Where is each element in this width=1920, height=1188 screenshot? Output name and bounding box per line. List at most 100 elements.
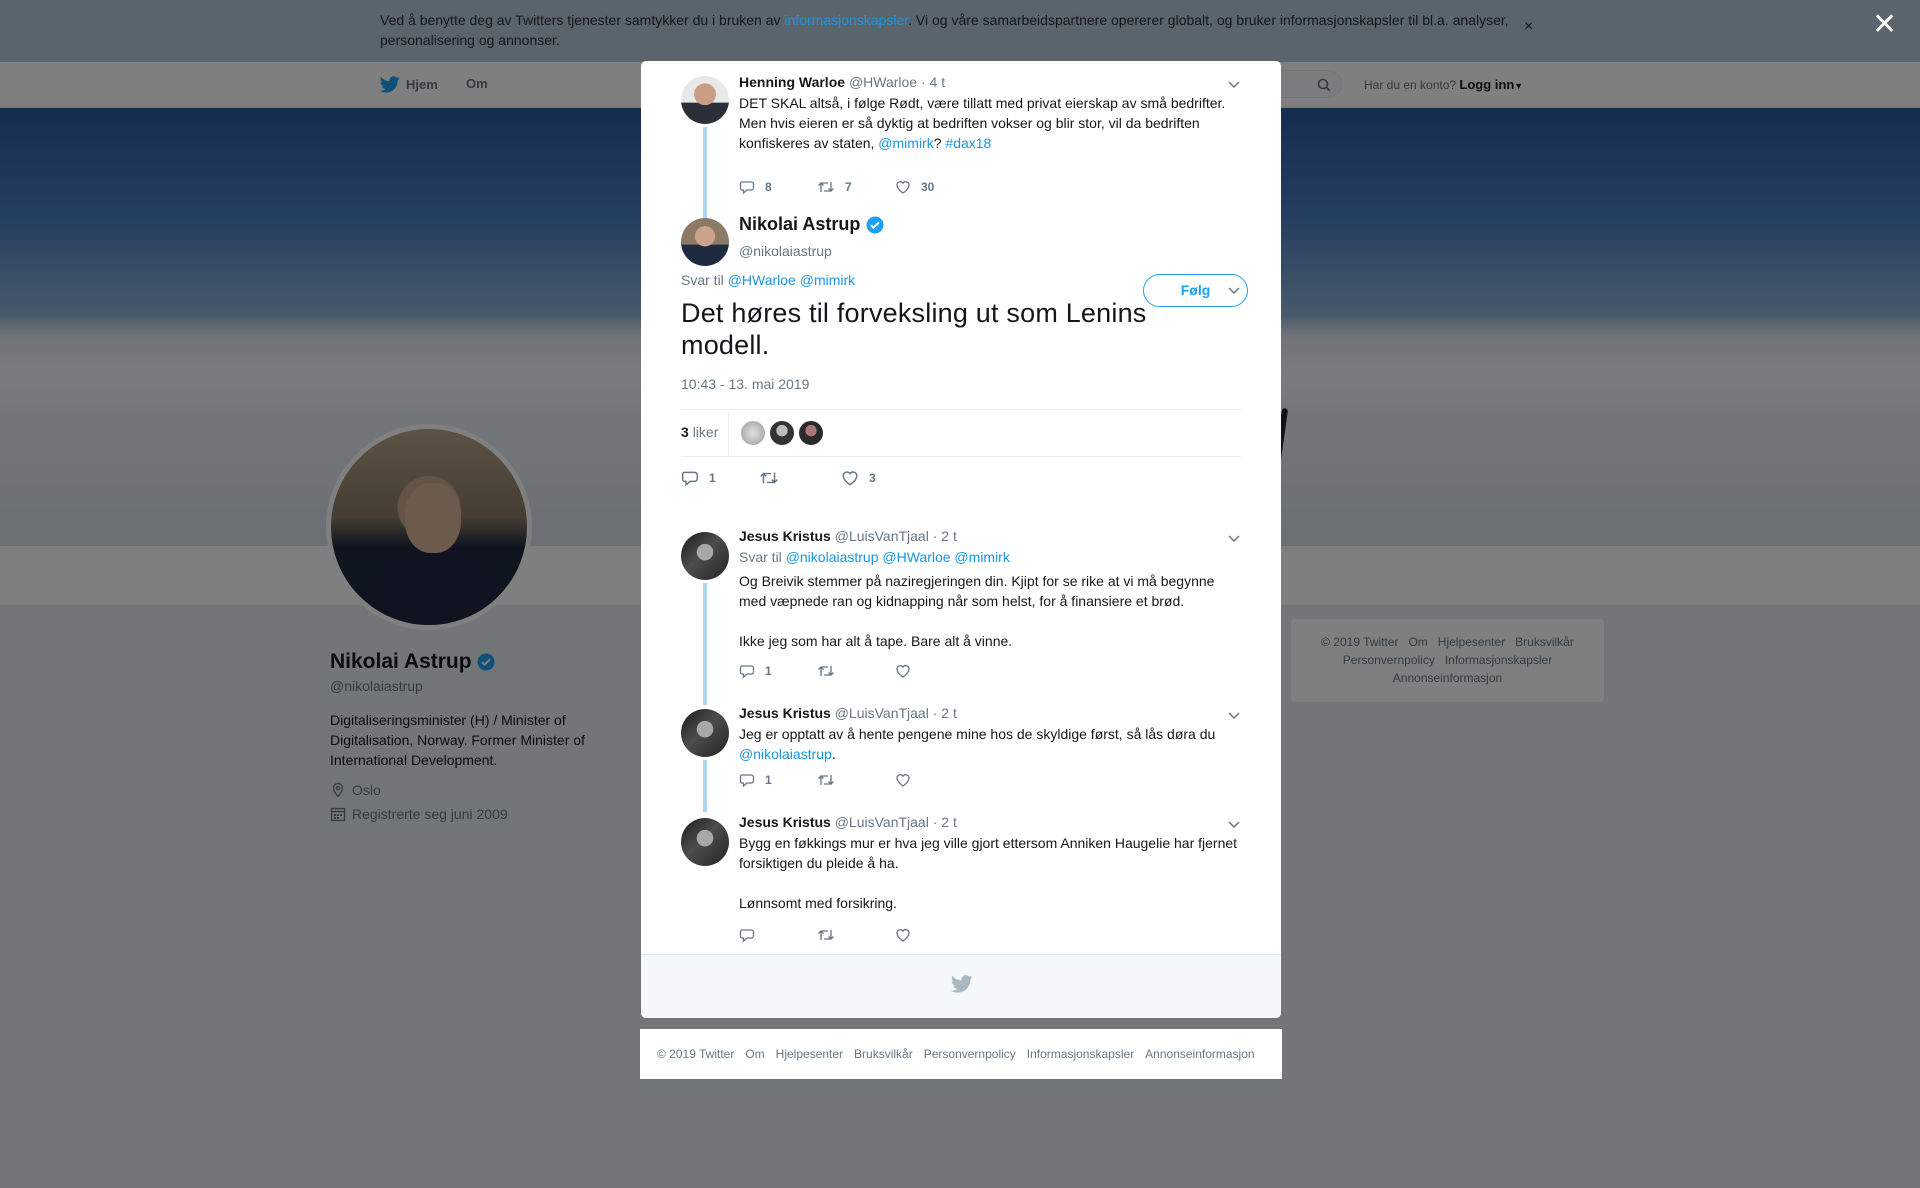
like-icon <box>896 181 910 194</box>
reply-icon <box>681 471 699 487</box>
like-icon <box>842 471 858 486</box>
liker-avatar[interactable] <box>770 421 794 445</box>
close-icon[interactable]: ✕ <box>1872 10 1897 40</box>
tweet-stats: 3 liker <box>681 409 1241 457</box>
tweet-time[interactable]: · 2 t <box>933 705 957 721</box>
footer-link[interactable]: Bruksvilkår <box>854 1047 913 1061</box>
avatar[interactable] <box>681 532 729 580</box>
footer-link[interactable]: Personvernpolicy <box>924 1047 1016 1061</box>
thread-line <box>703 760 707 812</box>
footer-link[interactable]: © 2019 Twitter <box>657 1047 734 1061</box>
tweet-time[interactable]: · 4 t <box>921 74 945 90</box>
footer-link[interactable]: Hjelpesenter <box>776 1047 843 1061</box>
reply-button[interactable]: 1 <box>739 663 817 679</box>
reply-icon <box>739 181 755 195</box>
retweet-button[interactable]: 7 <box>817 179 895 195</box>
author-handle[interactable]: @LuisVanTjaal <box>835 705 929 721</box>
liker-avatar[interactable] <box>741 421 765 445</box>
tweet-time[interactable]: · 2 t <box>933 814 957 830</box>
avatar[interactable] <box>681 709 729 757</box>
author-handle[interactable]: @LuisVanTjaal <box>835 814 929 830</box>
parent-tweet[interactable]: Henning Warloe @HWarloe · 4 t DET SKAL a… <box>681 73 1241 223</box>
retweet-icon <box>818 666 834 676</box>
like-button[interactable]: 3 <box>841 469 919 487</box>
chevron-down-icon[interactable] <box>1227 817 1241 831</box>
cookie-banner: Ved å benytte deg av Twitters tjenester … <box>0 0 1920 62</box>
tweet-time[interactable]: · 2 t <box>933 528 957 544</box>
author-handle[interactable]: @HWarloe <box>849 74 917 90</box>
reply-button[interactable] <box>739 927 817 943</box>
tweet-text: Og Breivik stemmer på naziregjeringen di… <box>739 573 1215 609</box>
like-button[interactable] <box>895 663 973 679</box>
retweet-button[interactable] <box>817 663 895 679</box>
mention-link[interactable]: @HWarloe <box>728 272 796 288</box>
tweet-text: Jeg er opptatt av å hente pengene mine h… <box>739 726 1216 762</box>
avatar[interactable] <box>681 218 729 266</box>
tweet-text: Ikke jeg som har alt å tape. Bare alt å … <box>739 633 1013 649</box>
author-name[interactable]: Nikolai Astrup <box>739 214 860 235</box>
like-button[interactable] <box>895 927 973 943</box>
hashtag-link[interactable]: #dax18 <box>945 135 991 151</box>
retweet-button[interactable] <box>817 927 895 943</box>
mention-link[interactable]: @mimirk <box>878 135 933 151</box>
retweet-button[interactable] <box>817 772 895 788</box>
author-handle[interactable]: @nikolaiastrup <box>739 243 1239 259</box>
like-button[interactable] <box>895 772 973 788</box>
tweet-text: Lønnsomt med forsikring. <box>739 895 897 911</box>
verified-badge-icon <box>866 216 884 233</box>
like-icon <box>896 774 910 787</box>
footer-link[interactable]: Annonseinformasjon <box>1145 1047 1254 1061</box>
reply-tweet[interactable]: Jesus Kristus @LuisVanTjaal · 2 t Jeg er… <box>681 704 1241 814</box>
footer-link[interactable]: Om <box>745 1047 764 1061</box>
mention-link[interactable]: @nikolaiastrup <box>739 746 832 762</box>
tweet-text: Bygg en føkkings mur er hva jeg ville gj… <box>739 835 1238 871</box>
like-icon <box>896 929 910 942</box>
author-name[interactable]: Jesus Kristus <box>739 814 831 830</box>
author-name[interactable]: Jesus Kristus <box>739 705 831 721</box>
twitter-bird-icon <box>951 975 973 993</box>
tweet-timestamp[interactable]: 10:43 - 13. mai 2019 <box>681 376 809 392</box>
retweet-button[interactable] <box>759 469 841 487</box>
tweet-actions: 1 3 <box>681 469 919 487</box>
likes-count[interactable]: 3 liker <box>681 412 730 456</box>
reply-icon <box>739 774 755 788</box>
reply-tweet[interactable]: Jesus Kristus @LuisVanTjaal · 2 t Bygg e… <box>681 813 1241 953</box>
tweet-actions: 1 <box>739 772 973 788</box>
mention-link[interactable]: @mimirk <box>800 272 855 288</box>
tweet-actions: 1 <box>739 663 973 679</box>
retweet-icon <box>760 472 778 484</box>
avatar[interactable] <box>681 818 729 866</box>
author-name[interactable]: Henning Warloe <box>739 74 845 90</box>
chevron-down-icon[interactable] <box>1227 77 1241 91</box>
like-icon <box>896 665 910 678</box>
reply-to-line: Svar til @HWarloe @mimirk <box>681 272 856 288</box>
tweet-modal: Henning Warloe @HWarloe · 4 t DET SKAL a… <box>641 61 1281 1018</box>
author-handle[interactable]: @LuisVanTjaal <box>835 528 929 544</box>
reply-button[interactable]: 1 <box>681 469 759 487</box>
tweet-text: DET SKAL altså, i følge Rødt, være tilla… <box>739 95 1226 151</box>
modal-bottom-bar <box>641 954 1281 1018</box>
chevron-down-icon[interactable] <box>1227 283 1241 297</box>
thread-line <box>703 583 707 705</box>
author-name[interactable]: Jesus Kristus <box>739 528 831 544</box>
footer-link[interactable]: Informasjonskapsler <box>1027 1047 1134 1061</box>
reply-icon <box>739 929 755 943</box>
main-tweet-text: Det høres til forveksling ut som Lenins … <box>681 298 1147 360</box>
like-button[interactable]: 30 <box>895 179 973 195</box>
retweet-icon <box>818 182 834 192</box>
retweet-icon <box>818 775 834 785</box>
tweet-actions: 8 7 30 <box>739 179 973 195</box>
cookie-policy-link[interactable]: informasjonskapsler <box>784 12 908 28</box>
chevron-down-icon[interactable] <box>1227 708 1241 722</box>
reply-to-line: Svar til @nikolaiastrup @HWarloe @mimirk <box>739 549 1010 565</box>
tweet-actions <box>739 927 973 943</box>
cookie-close-button[interactable]: × <box>1524 18 1533 36</box>
reply-button[interactable]: 8 <box>739 179 817 195</box>
chevron-down-icon[interactable] <box>1227 531 1241 545</box>
retweet-icon <box>818 930 834 940</box>
mention-link[interactable]: @nikolaiastrup @HWarloe @mimirk <box>786 549 1010 565</box>
liker-avatar[interactable] <box>799 421 823 445</box>
cookie-text: Ved å benytte deg av Twitters tjenester … <box>380 12 1509 48</box>
avatar[interactable] <box>681 76 729 124</box>
reply-button[interactable]: 1 <box>739 772 817 788</box>
